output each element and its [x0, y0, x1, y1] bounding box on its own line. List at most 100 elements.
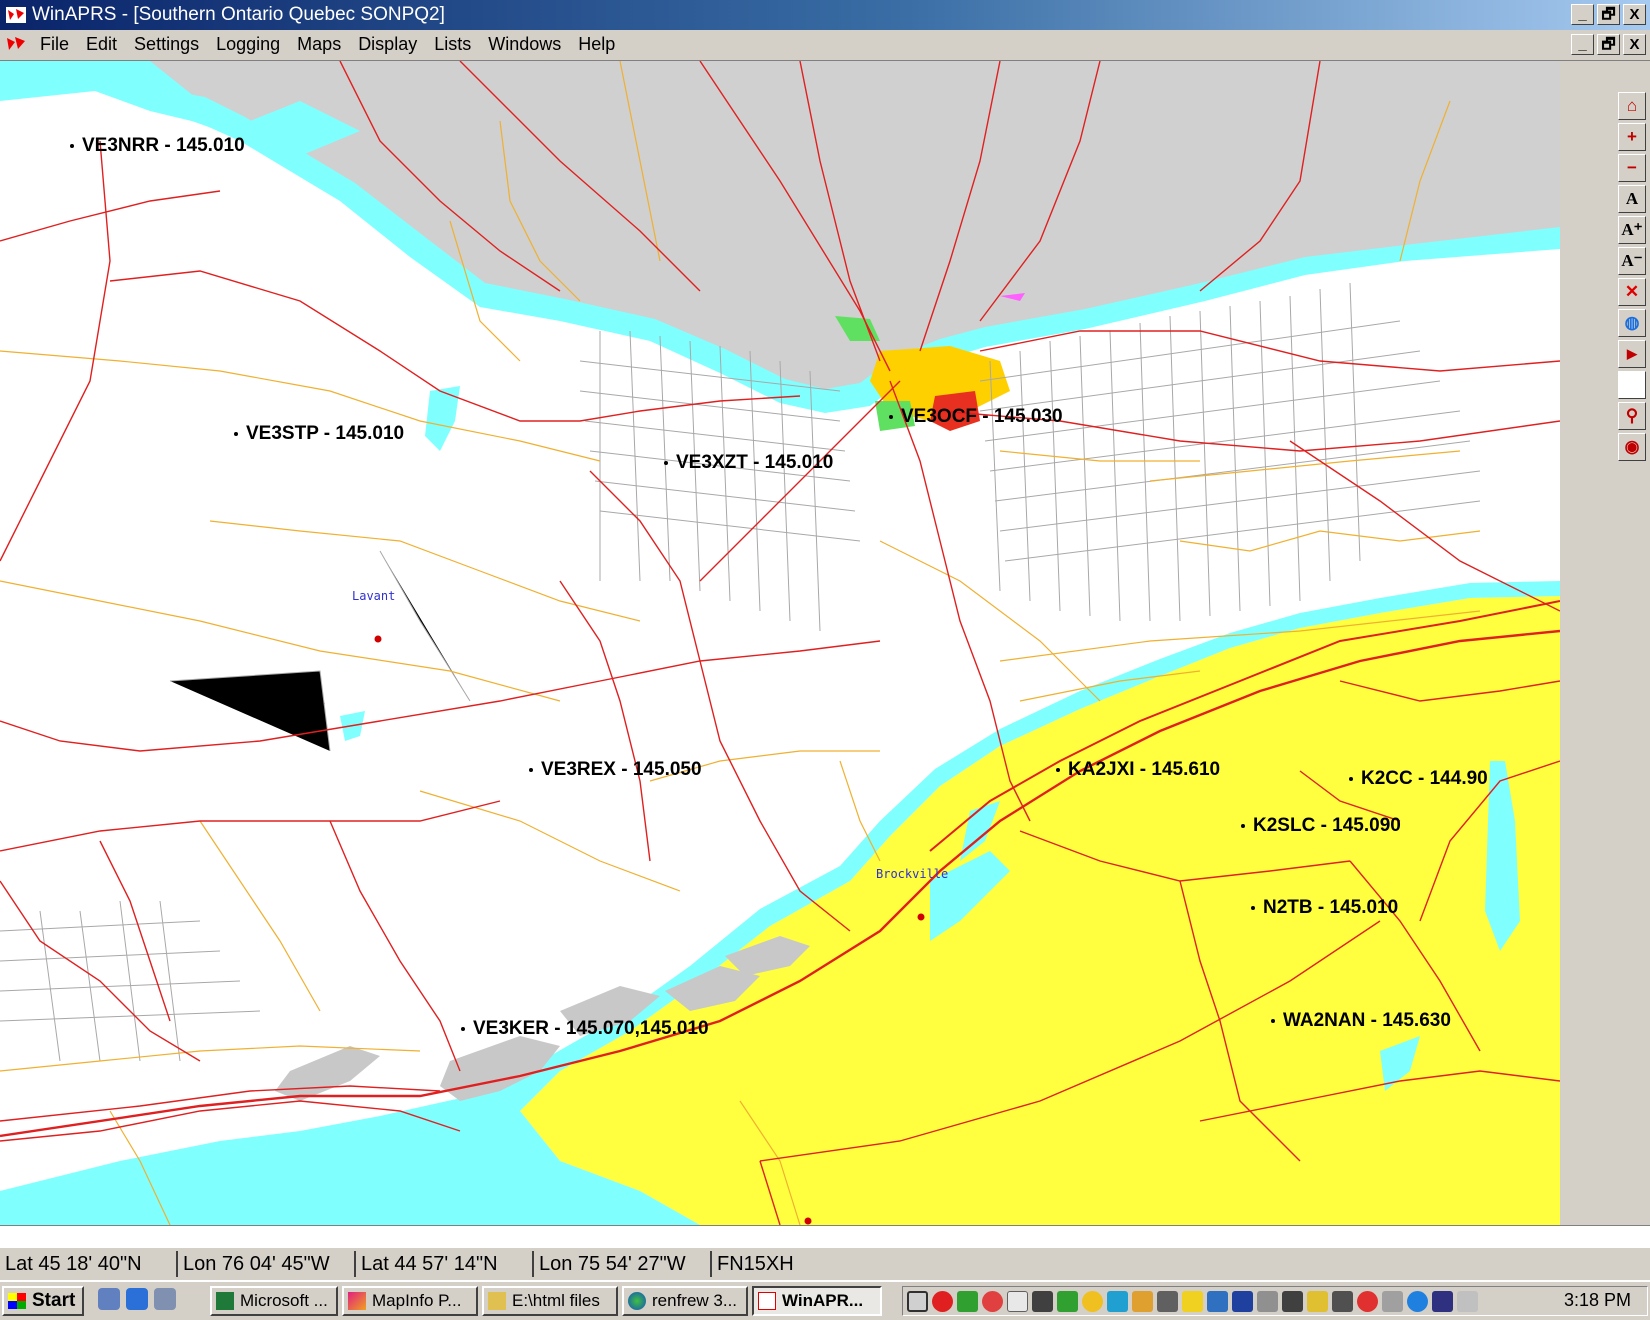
station-label: K2SLC - 145.090	[1253, 815, 1401, 836]
taskbar: Start Microsoft ... MapInfo P... E:\html…	[0, 1280, 1650, 1320]
network-icon[interactable]	[957, 1291, 978, 1312]
pen-icon[interactable]	[1282, 1291, 1303, 1312]
pencil-icon[interactable]	[1182, 1291, 1203, 1312]
lavant-marker	[374, 635, 382, 643]
document-icon[interactable]	[5, 34, 27, 54]
menu-logging[interactable]: Logging	[216, 34, 280, 55]
task-html-files[interactable]: E:\html files	[482, 1286, 618, 1316]
blank-icon[interactable]	[1618, 371, 1646, 399]
tools-icon[interactable]	[1032, 1291, 1053, 1312]
show-desktop-icon[interactable]	[98, 1288, 120, 1310]
menu-lists[interactable]: Lists	[434, 34, 471, 55]
station-ve3nrr[interactable]: VE3NRR - 145.010	[70, 135, 245, 157]
puzzle-icon[interactable]	[1057, 1291, 1078, 1312]
station-ve3ocf[interactable]: VE3OCF - 145.030	[889, 406, 1063, 428]
menu-settings[interactable]: Settings	[134, 34, 199, 55]
task-mapinfo[interactable]: MapInfo P...	[342, 1286, 478, 1316]
station-dot	[1349, 776, 1353, 781]
close-button[interactable]: X	[1623, 4, 1646, 25]
menu-display[interactable]: Display	[358, 34, 417, 55]
restore-button[interactable]: 🗗	[1597, 4, 1620, 25]
task-microsoft[interactable]: Microsoft ...	[210, 1286, 338, 1316]
satellite-icon[interactable]	[1382, 1291, 1403, 1312]
town-label-lavant: Lavant	[352, 589, 396, 603]
battery-icon[interactable]	[1307, 1291, 1328, 1312]
chart-icon[interactable]	[1207, 1291, 1228, 1312]
globe-icon	[628, 1292, 646, 1310]
station-ve3rex[interactable]: VE3REX - 145.050	[529, 759, 702, 781]
winaprs-app-icon[interactable]	[5, 5, 27, 25]
menu-edit[interactable]: Edit	[86, 34, 117, 55]
station-dot	[1241, 823, 1245, 828]
outlook-icon[interactable]	[154, 1288, 176, 1310]
station-wa2nan[interactable]: WA2NAN - 145.630	[1271, 1010, 1451, 1032]
blocked-icon[interactable]	[982, 1291, 1003, 1312]
calculator-icon[interactable]	[1257, 1291, 1278, 1312]
coin-icon[interactable]	[1082, 1291, 1103, 1312]
map-view[interactable]: VE3NRR - 145.010 VE3STP - 145.010 VE3XZT…	[0, 61, 1560, 1225]
menu-maps[interactable]: Maps	[297, 34, 341, 55]
clock: 3:18 PM	[1563, 1290, 1631, 1310]
menu-bar: File Edit Settings Logging Maps Display …	[0, 30, 1650, 61]
start-label: Start	[32, 1290, 76, 1311]
zoom-out-icon[interactable]: −	[1618, 154, 1646, 182]
internet-explorer-icon[interactable]	[126, 1288, 148, 1310]
no-entry-icon[interactable]	[932, 1291, 953, 1312]
station-label: VE3STP - 145.010	[246, 423, 405, 444]
font-smaller-icon[interactable]: A⁻	[1618, 247, 1646, 275]
window-title: WinAPRS - [Southern Ontario Quebec SONPQ…	[32, 4, 445, 25]
station-dot	[1251, 905, 1255, 910]
station-ka2jxi[interactable]: KA2JXI - 145.610	[1056, 759, 1220, 781]
home-icon[interactable]: ⌂	[1618, 92, 1646, 120]
child-close-button[interactable]: X	[1623, 34, 1646, 55]
paint-icon[interactable]	[1132, 1291, 1153, 1312]
town-marker-south	[804, 1217, 812, 1225]
task-label: MapInfo P...	[372, 1291, 462, 1310]
keyboard-icon[interactable]	[1157, 1291, 1178, 1312]
mouse-icon[interactable]	[1007, 1291, 1028, 1312]
font-icon[interactable]: A	[1618, 185, 1646, 213]
font-larger-icon[interactable]: A⁺	[1618, 216, 1646, 244]
coordinate-bar: Lat 45 18' 40"N Lon 76 04' 45"W Lat 44 5…	[0, 1251, 812, 1277]
station-label: VE3NRR - 145.010	[82, 135, 245, 156]
display-icon[interactable]	[1432, 1291, 1453, 1312]
monitor-icon[interactable]	[1232, 1291, 1253, 1312]
child-minimize-button[interactable]: _	[1571, 34, 1594, 55]
station-ve3stp[interactable]: VE3STP - 145.010	[234, 423, 404, 445]
station-k2slc[interactable]: K2SLC - 145.090	[1241, 815, 1401, 837]
printer-icon[interactable]	[1457, 1291, 1478, 1312]
menu-file[interactable]: File	[40, 34, 69, 55]
station-ve3ker[interactable]: VE3KER - 145.070,145.010	[461, 1018, 709, 1040]
map-canvas[interactable]	[0, 61, 1560, 1225]
system-tray: 3:18 PM	[902, 1286, 1648, 1316]
earth-icon[interactable]	[1407, 1291, 1428, 1312]
station-label: VE3REX - 145.050	[541, 759, 702, 780]
station-label: KA2JXI - 145.610	[1068, 759, 1221, 780]
menu-windows[interactable]: Windows	[488, 34, 561, 55]
mapinfo-icon	[348, 1292, 366, 1310]
task-label: E:\html files	[512, 1291, 600, 1310]
child-restore-button[interactable]: 🗗	[1597, 34, 1620, 55]
camera-icon[interactable]	[1332, 1291, 1353, 1312]
folder-search-icon	[488, 1292, 506, 1310]
globe-icon[interactable]: ◍	[1618, 309, 1646, 337]
minimize-button[interactable]: _	[1571, 4, 1594, 25]
card-icon[interactable]	[1107, 1291, 1128, 1312]
target-icon[interactable]: ◉	[1618, 433, 1646, 461]
task-label: Microsoft ...	[240, 1291, 328, 1310]
station-n2tb[interactable]: N2TB - 145.010	[1251, 897, 1398, 919]
lifebuoy-icon[interactable]	[1357, 1291, 1378, 1312]
delete-icon[interactable]: ✕	[1618, 278, 1646, 306]
task-label: WinAPR...	[782, 1291, 864, 1310]
play-icon[interactable]: ▶	[1618, 340, 1646, 368]
task-renfrew[interactable]: renfrew 3...	[622, 1286, 748, 1316]
station-k2cc[interactable]: K2CC - 144.90	[1349, 768, 1488, 790]
locate-icon[interactable]: ⚲	[1618, 402, 1646, 430]
station-label: WA2NAN - 145.630	[1283, 1010, 1451, 1031]
zoom-in-icon[interactable]: +	[1618, 123, 1646, 151]
task-winaprs[interactable]: WinAPR...	[752, 1286, 882, 1316]
station-ve3xzt[interactable]: VE3XZT - 145.010	[664, 452, 833, 474]
menu-help[interactable]: Help	[578, 34, 615, 55]
start-button[interactable]: Start	[2, 1286, 84, 1316]
magnifier-icon[interactable]	[907, 1291, 928, 1312]
